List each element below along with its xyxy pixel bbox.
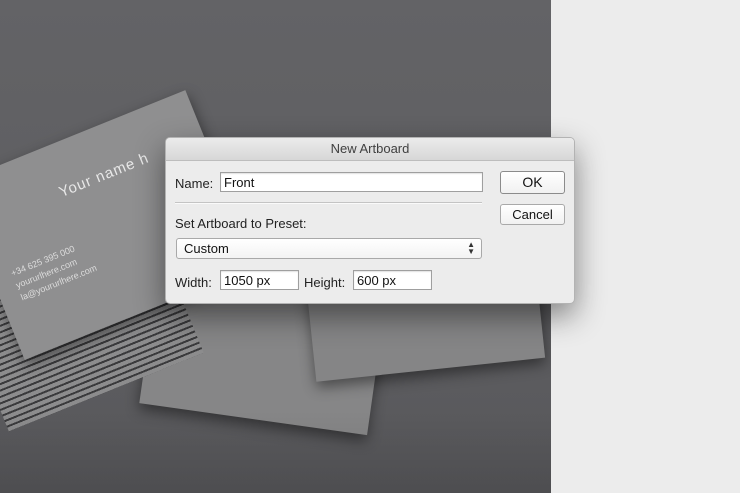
floor-shadow — [0, 410, 551, 493]
height-label: Height: — [304, 275, 346, 290]
dialog-title: New Artboard — [166, 138, 574, 161]
preset-label: Set Artboard to Preset: — [175, 216, 307, 231]
cancel-button[interactable]: Cancel — [500, 204, 565, 225]
card-name-text: Your name h — [56, 149, 152, 202]
name-field[interactable] — [220, 172, 483, 192]
preset-select-value: Custom — [184, 241, 229, 256]
name-label: Name: — [175, 176, 214, 191]
width-field[interactable] — [220, 270, 299, 290]
preset-select[interactable]: Custom ▲ ▼ — [176, 238, 482, 259]
divider — [175, 202, 482, 204]
height-field[interactable] — [353, 270, 432, 290]
right-panel — [551, 0, 740, 493]
updown-chevron-icon: ▲ ▼ — [467, 240, 475, 256]
new-artboard-dialog: New Artboard Name: Set Artboard to Prese… — [165, 137, 575, 304]
width-label: Width: — [175, 275, 212, 290]
ok-button[interactable]: OK — [500, 171, 565, 194]
